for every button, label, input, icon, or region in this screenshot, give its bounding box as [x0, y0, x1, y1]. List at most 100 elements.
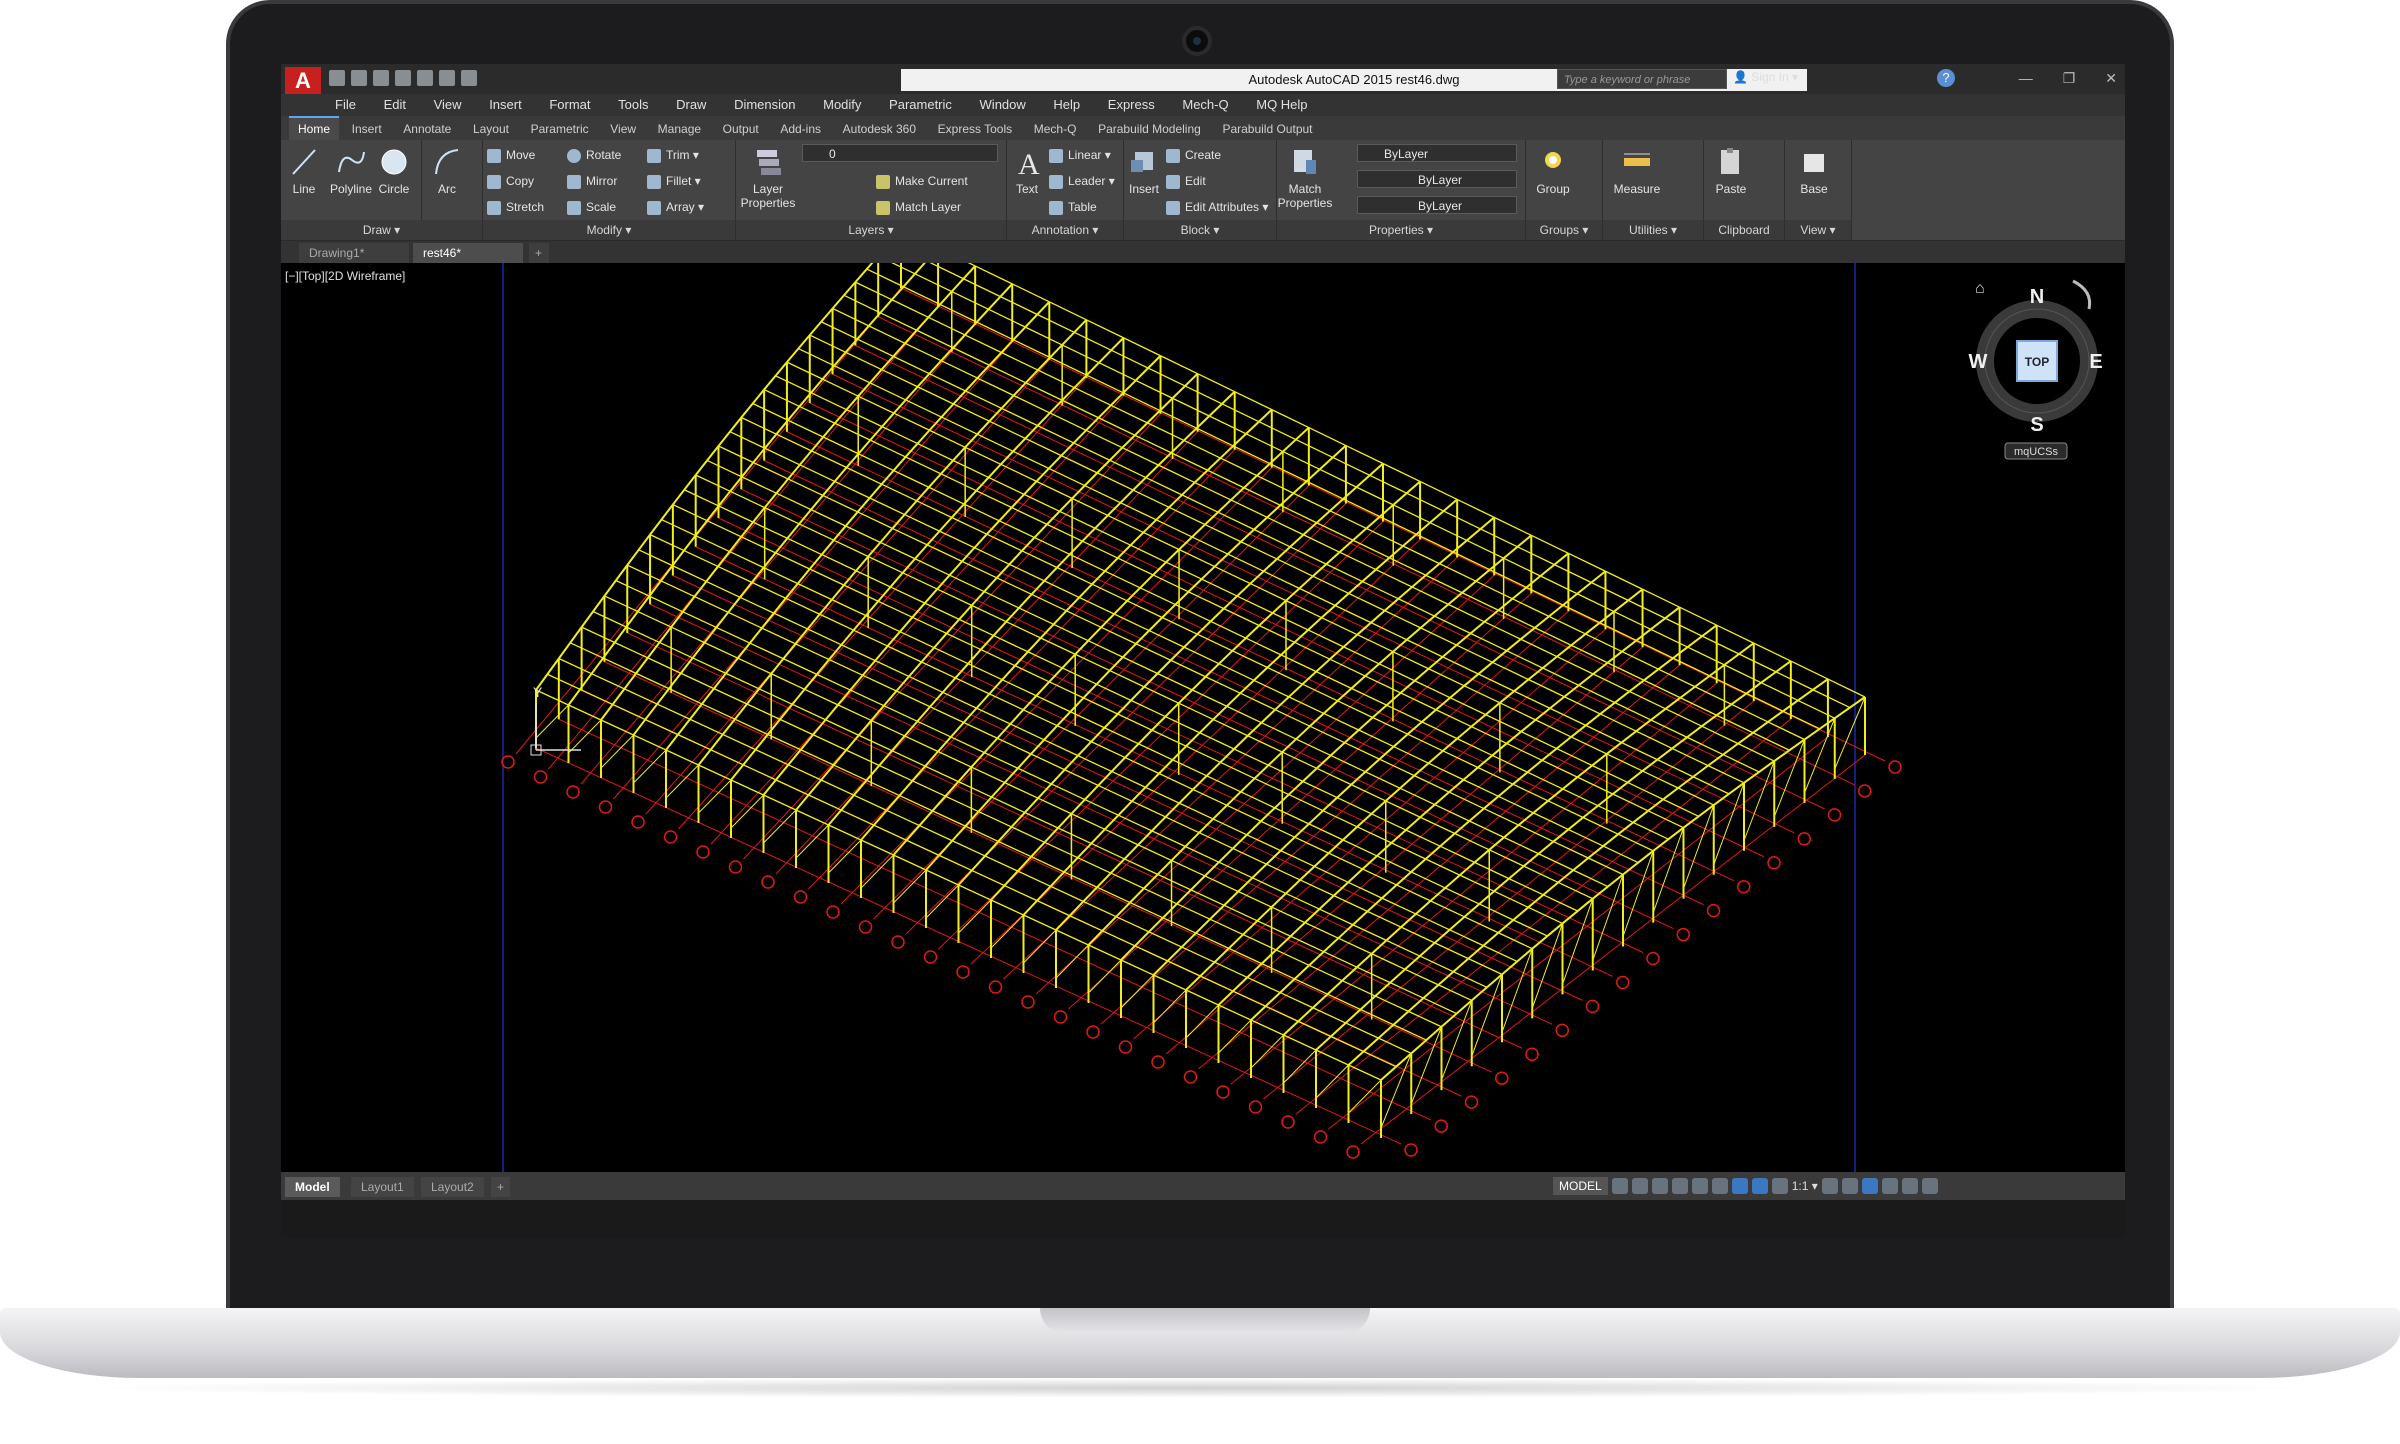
compass-north[interactable]: N: [2030, 286, 2044, 308]
base-button[interactable]: Base: [1791, 146, 1837, 196]
compass-south[interactable]: S: [2030, 414, 2043, 436]
snap-icon[interactable]: [1631, 1178, 1648, 1194]
layers-panel-title[interactable]: Layers ▾: [736, 220, 1006, 240]
match-properties-button[interactable]: Match Properties: [1277, 146, 1333, 210]
plot-icon[interactable]: [417, 70, 433, 86]
annotation-scale[interactable]: 1:1 ▾: [1792, 1179, 1818, 1193]
create-block-tool[interactable]: Create: [1166, 146, 1221, 164]
compass-west[interactable]: W: [1969, 351, 1988, 373]
menu-file[interactable]: File: [335, 94, 356, 116]
ortho-icon[interactable]: [1651, 1178, 1668, 1194]
layer-dropdown[interactable]: 0: [802, 144, 998, 162]
trim-tool[interactable]: Trim ▾: [647, 146, 699, 164]
menu-mech-q[interactable]: Mech-Q: [1182, 94, 1228, 116]
stretch-tool[interactable]: Stretch: [487, 198, 544, 216]
circle-button[interactable]: Circle: [369, 146, 419, 196]
hardware-acceleration-icon[interactable]: [1881, 1178, 1898, 1194]
properties-panel-title[interactable]: Properties ▾: [1277, 220, 1525, 240]
clean-screen-icon[interactable]: [1901, 1178, 1918, 1194]
add-layout-plus-icon[interactable]: +: [491, 1177, 511, 1197]
model-space-button[interactable]: MODEL: [1553, 1177, 1608, 1195]
tab-autodesk-360[interactable]: Autodesk 360: [834, 117, 925, 141]
tab-mech-q[interactable]: Mech-Q: [1025, 117, 1086, 141]
utilities-panel-title[interactable]: Utilities ▾: [1603, 220, 1703, 240]
tab-home[interactable]: Home: [289, 116, 340, 140]
draw-panel-title[interactable]: Draw ▾: [281, 220, 482, 240]
isometric-icon[interactable]: [1691, 1178, 1708, 1194]
polar-icon[interactable]: [1671, 1178, 1688, 1194]
menu-draw[interactable]: Draw: [676, 94, 706, 116]
layer-properties-button[interactable]: Layer Properties: [738, 146, 798, 210]
text-button[interactable]: A Text: [1007, 146, 1047, 196]
save-as-icon[interactable]: [395, 70, 411, 86]
redo-icon[interactable]: [461, 70, 477, 86]
copy-tool[interactable]: Copy: [487, 172, 534, 190]
menu-tools[interactable]: Tools: [618, 94, 648, 116]
menu-window[interactable]: Window: [980, 94, 1026, 116]
tab-output[interactable]: Output: [714, 117, 768, 141]
object-snap-tracking-icon[interactable]: [1711, 1178, 1728, 1194]
restore-button[interactable]: ❐: [2063, 70, 2076, 87]
menu-mq-help[interactable]: MQ Help: [1256, 94, 1307, 116]
undo-icon[interactable]: [439, 70, 455, 86]
layout-tab-layout1[interactable]: Layout1: [351, 1177, 414, 1197]
annotation-visibility-icon[interactable]: [1751, 1178, 1768, 1194]
linear-tool[interactable]: Linear ▾: [1049, 146, 1111, 164]
color-dropdown[interactable]: ByLayer: [1357, 144, 1517, 162]
menu-format[interactable]: Format: [549, 94, 590, 116]
groups-panel-title[interactable]: Groups ▾: [1526, 220, 1602, 240]
tab-manage[interactable]: Manage: [649, 117, 710, 141]
lineweight-dropdown[interactable]: ByLayer: [1357, 196, 1517, 214]
group-button[interactable]: Group: [1530, 146, 1576, 196]
search-input[interactable]: Type a keyword or phrase: [1557, 69, 1727, 89]
array-tool[interactable]: Array ▾: [647, 198, 704, 216]
customization-menu-icon[interactable]: [1921, 1178, 1938, 1194]
scale-tool[interactable]: Scale: [567, 198, 616, 216]
file-tab-rest46[interactable]: rest46*: [413, 243, 523, 263]
tab-add-ins[interactable]: Add-ins: [771, 117, 830, 141]
tab-layout[interactable]: Layout: [464, 117, 518, 141]
application-menu-button[interactable]: A: [285, 67, 321, 95]
viewcube[interactable]: ⌂ TOP N S E W mqUCSs: [1969, 279, 2103, 460]
menu-parametric[interactable]: Parametric: [889, 94, 952, 116]
menu-view[interactable]: View: [434, 94, 462, 116]
make-current-tool[interactable]: Make Current: [876, 172, 968, 190]
measure-button[interactable]: Measure: [1609, 146, 1665, 196]
tab-annotate[interactable]: Annotate: [394, 117, 460, 141]
annotation-panel-title[interactable]: Annotation ▾: [1007, 220, 1123, 240]
tab-parametric[interactable]: Parametric: [522, 117, 598, 141]
rotate-view-arrow-icon[interactable]: [2072, 279, 2092, 310]
file-tab-drawing1[interactable]: Drawing1*: [299, 243, 409, 263]
tab-parabuild-output[interactable]: Parabuild Output: [1213, 117, 1321, 141]
isolate-objects-icon[interactable]: [1861, 1178, 1878, 1194]
menu-dimension[interactable]: Dimension: [734, 94, 795, 116]
edit-attributes-tool[interactable]: Edit Attributes ▾: [1166, 198, 1268, 216]
table-tool[interactable]: Table: [1049, 198, 1097, 216]
view-panel-title[interactable]: View ▾: [1785, 220, 1851, 240]
close-button[interactable]: ✕: [2105, 70, 2117, 87]
grid-icon[interactable]: [1611, 1178, 1628, 1194]
tab-insert[interactable]: Insert: [343, 117, 391, 141]
fillet-tool[interactable]: Fillet ▾: [647, 172, 701, 190]
home-icon[interactable]: ⌂: [1975, 280, 1985, 297]
arc-button[interactable]: Arc: [424, 146, 470, 196]
minimize-button[interactable]: —: [2019, 70, 2033, 87]
annotation-monitor-plus-icon[interactable]: [1841, 1178, 1858, 1194]
tab-parabuild-modeling[interactable]: Parabuild Modeling: [1089, 117, 1210, 141]
leader-tool[interactable]: Leader ▾: [1049, 172, 1115, 190]
paste-button[interactable]: Paste: [1708, 146, 1754, 196]
menu-edit[interactable]: Edit: [384, 94, 406, 116]
menu-modify[interactable]: Modify: [823, 94, 861, 116]
workspace-gear-icon[interactable]: [1821, 1178, 1838, 1194]
menu-help[interactable]: Help: [1053, 94, 1080, 116]
block-panel-title[interactable]: Block ▾: [1124, 220, 1276, 240]
menu-insert[interactable]: Insert: [489, 94, 522, 116]
drawing-viewport[interactable]: [−][Top][2D Wireframe] Y ⌂ TOP N S E W m…: [281, 263, 2125, 1172]
move-tool[interactable]: Move: [487, 146, 535, 164]
object-snap-icon[interactable]: [1731, 1178, 1748, 1194]
edit-block-tool[interactable]: Edit: [1166, 172, 1206, 190]
compass-east[interactable]: E: [2089, 351, 2102, 373]
layout-tab-layout2[interactable]: Layout2: [421, 1177, 484, 1197]
sign-in-button[interactable]: 👤 Sign In ▾: [1733, 70, 1798, 84]
insert-button[interactable]: Insert: [1124, 146, 1164, 196]
